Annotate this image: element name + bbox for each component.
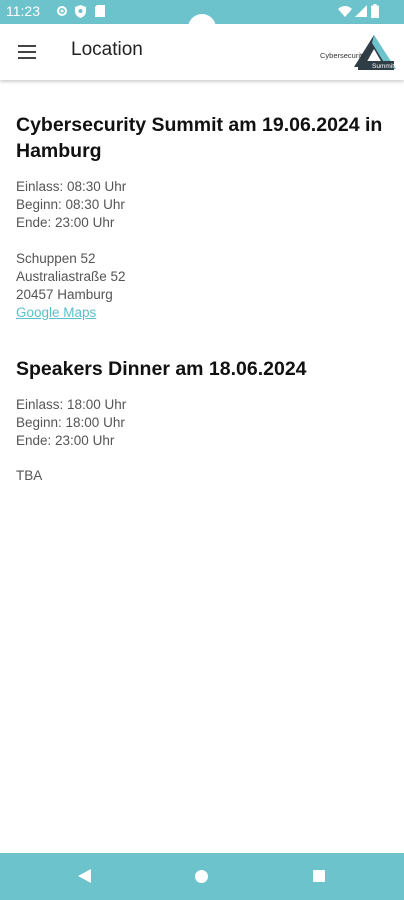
- street: Australiastraße 52: [16, 269, 126, 284]
- back-icon[interactable]: [78, 869, 91, 883]
- battery-icon: [371, 4, 379, 18]
- svg-text:Summit: Summit: [372, 63, 394, 70]
- sd-card-icon: [95, 5, 105, 17]
- event-section: Cybersecurity Summit am 19.06.2024 in Ha…: [16, 112, 394, 322]
- system-nav-bar: [0, 853, 404, 900]
- venue-name: Schuppen 52: [16, 251, 96, 266]
- home-icon[interactable]: [195, 870, 208, 883]
- app-bar: Location Cybersecurity Summit: [0, 24, 404, 80]
- event-title: Cybersecurity Summit am 19.06.2024 in Ha…: [16, 114, 383, 162]
- svg-text:Cybersecurity: Cybersecurity: [320, 51, 366, 60]
- google-maps-link[interactable]: Google Maps: [16, 305, 96, 320]
- shield-icon: [75, 5, 86, 18]
- hamburger-icon-line: [18, 51, 36, 53]
- page-title: Location: [71, 39, 143, 60]
- settings-icon: [57, 6, 67, 16]
- status-time: 11:23: [6, 3, 40, 19]
- wifi-icon: [338, 6, 352, 17]
- event-times: Einlass: 18:00 Uhr Beginn: 18:00 Uhr End…: [16, 396, 394, 450]
- hamburger-icon-line: [18, 57, 36, 59]
- end-time: Ende: 23:00 Uhr: [16, 433, 115, 448]
- menu-button[interactable]: [14, 40, 42, 64]
- admission-time: Einlass: 08:30 Uhr: [16, 179, 127, 194]
- hamburger-icon-line: [18, 45, 36, 47]
- start-time: Beginn: 18:00 Uhr: [16, 415, 125, 430]
- end-time: Ende: 23:00 Uhr: [16, 215, 115, 230]
- city: 20457 Hamburg: [16, 287, 113, 302]
- event-times: Einlass: 08:30 Uhr Beginn: 08:30 Uhr End…: [16, 178, 394, 232]
- summit-logo: Cybersecurity Summit: [320, 35, 396, 70]
- recents-icon[interactable]: [313, 870, 325, 882]
- admission-time: Einlass: 18:00 Uhr: [16, 397, 127, 412]
- event-title: Speakers Dinner am 18.06.2024: [16, 358, 307, 380]
- location-content: Cybersecurity Summit am 19.06.2024 in Ha…: [16, 112, 394, 483]
- start-time: Beginn: 08:30 Uhr: [16, 197, 125, 212]
- event-section: Speakers Dinner am 18.06.2024 Einlass: 1…: [16, 356, 394, 483]
- status-bar: 11:23: [0, 0, 404, 30]
- event-address: Schuppen 52 Australiastraße 52 20457 Ham…: [16, 250, 394, 322]
- event-note: TBA: [16, 468, 43, 483]
- signal-icon: [355, 5, 367, 17]
